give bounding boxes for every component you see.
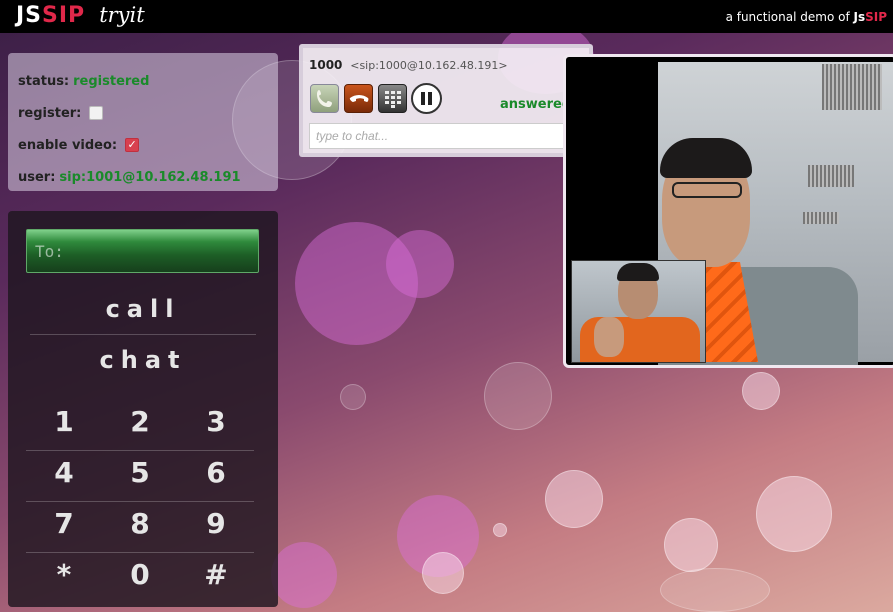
bokeh-bubble <box>271 542 337 608</box>
session-panel: 1000 <sip:1000@10.162.48.191> answered <box>299 44 593 157</box>
user-value: sip:1001@10.162.48.191 <box>59 169 241 185</box>
answer-button[interactable] <box>310 84 339 113</box>
tagline-brand-sip: SIP <box>865 10 887 24</box>
dtmf-icon <box>384 91 401 108</box>
call-state: answered <box>500 97 572 112</box>
keypad-row: 1 2 3 <box>26 400 254 451</box>
dialer-panel: call chat 1 2 3 4 5 6 7 8 9 * 0 # <box>8 211 278 607</box>
bokeh-bubble <box>340 384 366 410</box>
top-bar: JS SIP tryit a functional demo of JsSIP <box>0 0 893 33</box>
key-hash[interactable]: # <box>178 553 254 604</box>
bokeh-bubble <box>545 470 603 528</box>
video-panel <box>563 54 893 368</box>
keypad-row: 4 5 6 <box>26 451 254 502</box>
hangup-button[interactable] <box>344 84 373 113</box>
keypad: 1 2 3 4 5 6 7 8 9 * 0 # <box>26 400 254 604</box>
keypad-row: * 0 # <box>26 553 254 604</box>
session-uri: <sip:1000@10.162.48.191> <box>350 59 508 72</box>
key-9[interactable]: 9 <box>178 502 254 552</box>
bokeh-bubble <box>493 523 507 537</box>
enable-video-row: enable video: ✓ <box>18 129 268 161</box>
ceiling-vent <box>803 212 839 224</box>
keypad-row: 7 8 9 <box>26 502 254 553</box>
hold-button[interactable] <box>411 83 442 114</box>
remote-person-hair <box>660 138 752 178</box>
enable-video-checkbox[interactable]: ✓ <box>125 138 140 152</box>
session-number: 1000 <box>309 58 343 72</box>
key-2[interactable]: 2 <box>102 400 178 450</box>
bokeh-bubble <box>742 372 780 410</box>
local-person-hand <box>594 317 624 357</box>
tagline: a functional demo of JsSIP <box>726 10 887 24</box>
logo-js-text: JS <box>16 3 43 28</box>
bokeh-bubble <box>660 568 770 612</box>
user-row: user: sip:1001@10.162.48.191 <box>18 161 268 193</box>
key-3[interactable]: 3 <box>178 400 254 450</box>
jssip-logo: JS SIP tryit <box>16 3 145 31</box>
call-button[interactable]: call <box>30 295 256 335</box>
key-6[interactable]: 6 <box>178 451 254 501</box>
key-8[interactable]: 8 <box>102 502 178 552</box>
key-5[interactable]: 5 <box>102 451 178 501</box>
ceiling-vent <box>808 165 854 187</box>
chat-input[interactable] <box>309 123 585 149</box>
local-video <box>571 260 706 363</box>
dtmf-button[interactable] <box>378 84 407 113</box>
logo-sip-text: SIP <box>42 3 86 28</box>
to-input[interactable] <box>26 229 259 273</box>
bokeh-bubble <box>756 476 832 552</box>
session-header: 1000 <sip:1000@10.162.48.191> <box>309 58 508 72</box>
tagline-brand-js: Js <box>853 10 866 24</box>
key-star[interactable]: * <box>26 553 102 604</box>
ceiling-vent <box>822 64 882 110</box>
tagline-prefix: a functional demo of <box>725 10 854 24</box>
register-row: register: <box>18 97 268 129</box>
answer-icon <box>316 90 332 107</box>
logo-tryit-text: tryit <box>99 3 145 27</box>
key-7[interactable]: 7 <box>26 502 102 552</box>
register-label: register: <box>18 105 82 121</box>
key-1[interactable]: 1 <box>26 400 102 450</box>
bokeh-bubble <box>664 518 718 572</box>
bokeh-bubble <box>484 362 552 430</box>
register-checkbox[interactable] <box>89 106 104 120</box>
key-0[interactable]: 0 <box>102 553 178 604</box>
remote-person-glasses <box>672 182 742 198</box>
hangup-icon <box>349 95 368 102</box>
key-4[interactable]: 4 <box>26 451 102 501</box>
bokeh-bubble <box>422 552 464 594</box>
chat-button[interactable]: chat <box>30 346 256 386</box>
status-label: status: <box>18 73 70 89</box>
status-row: status: registered <box>18 65 268 97</box>
local-person-hair <box>617 263 659 281</box>
status-panel: status: registered register: enable vide… <box>8 53 278 191</box>
status-value: registered <box>73 73 150 89</box>
user-label: user: <box>18 169 56 185</box>
bokeh-bubble <box>386 230 454 298</box>
enable-video-label: enable video: <box>18 137 118 153</box>
hold-icon <box>421 92 432 105</box>
